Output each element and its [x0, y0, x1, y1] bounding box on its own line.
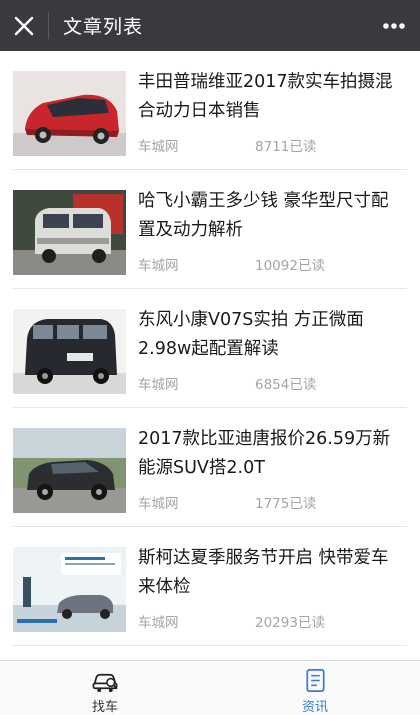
article-thumbnail [13, 190, 126, 275]
article-source: 车城网 [138, 496, 179, 512]
article-title: 丰田普瑞维亚2017款实车拍摄混合动力日本销售 [138, 72, 393, 121]
article-title: 东风小康V07S实拍 方正微面2.98w起配置解读 [138, 310, 364, 359]
article-item[interactable]: 丰田普瑞维亚2017款实车拍摄混合动力日本销售 车城网 8711已读 [0, 51, 420, 170]
car-search-icon [92, 673, 118, 693]
tab-label: 资讯 [301, 700, 328, 715]
article-item[interactable]: 2017款比亚迪唐报价26.59万新能源SUV搭2.0T 车城网 1775已读 [0, 408, 420, 527]
close-icon [14, 16, 34, 35]
more-button[interactable] [368, 0, 420, 51]
article-read-count: 10092已读 [255, 258, 325, 274]
article-item[interactable]: 哈飞小霸王多少钱 豪华型尺寸配置及动力解析 车城网 10092已读 [0, 170, 420, 289]
tab-find-car[interactable]: 找车 [0, 661, 210, 715]
close-button[interactable] [0, 0, 48, 51]
article-thumbnail [13, 309, 126, 394]
article-item[interactable]: 东风小康V07S实拍 方正微面2.98w起配置解读 车城网 6854已读 [0, 289, 420, 408]
bottom-tab-bar: 找车 资讯 [0, 660, 420, 715]
article-read-count: 6854已读 [255, 377, 317, 393]
article-read-count: 8711已读 [255, 139, 317, 155]
article-read-count: 20293已读 [255, 615, 325, 631]
article-thumbnail [13, 547, 126, 632]
article-read-count: 1775已读 [255, 496, 317, 512]
article-thumbnail [13, 428, 126, 513]
more-icon [383, 22, 405, 29]
news-icon [306, 669, 325, 692]
article-title: 哈飞小霸王多少钱 豪华型尺寸配置及动力解析 [138, 191, 389, 240]
article-source: 车城网 [138, 139, 179, 155]
article-thumbnail [13, 71, 126, 156]
header-divider [48, 12, 49, 39]
article-list: 丰田普瑞维亚2017款实车拍摄混合动力日本销售 车城网 8711已读 哈飞小霸王… [0, 51, 420, 660]
article-item[interactable]: 斯柯达夏季服务节开启 快带爱车来体检 车城网 20293已读 [0, 527, 420, 646]
article-source: 车城网 [138, 377, 179, 393]
tab-news[interactable]: 资讯 [210, 661, 420, 715]
article-title: 斯柯达夏季服务节开启 快带爱车来体检 [138, 548, 389, 597]
page-title: 文章列表 [63, 16, 144, 38]
article-source: 车城网 [138, 258, 179, 274]
article-title: 2017款比亚迪唐报价26.59万新能源SUV搭2.0T [138, 429, 391, 478]
article-source: 车城网 [138, 615, 179, 631]
tab-label: 找车 [91, 700, 118, 715]
list-divider [13, 645, 407, 646]
top-bar: 文章列表 [0, 0, 420, 51]
